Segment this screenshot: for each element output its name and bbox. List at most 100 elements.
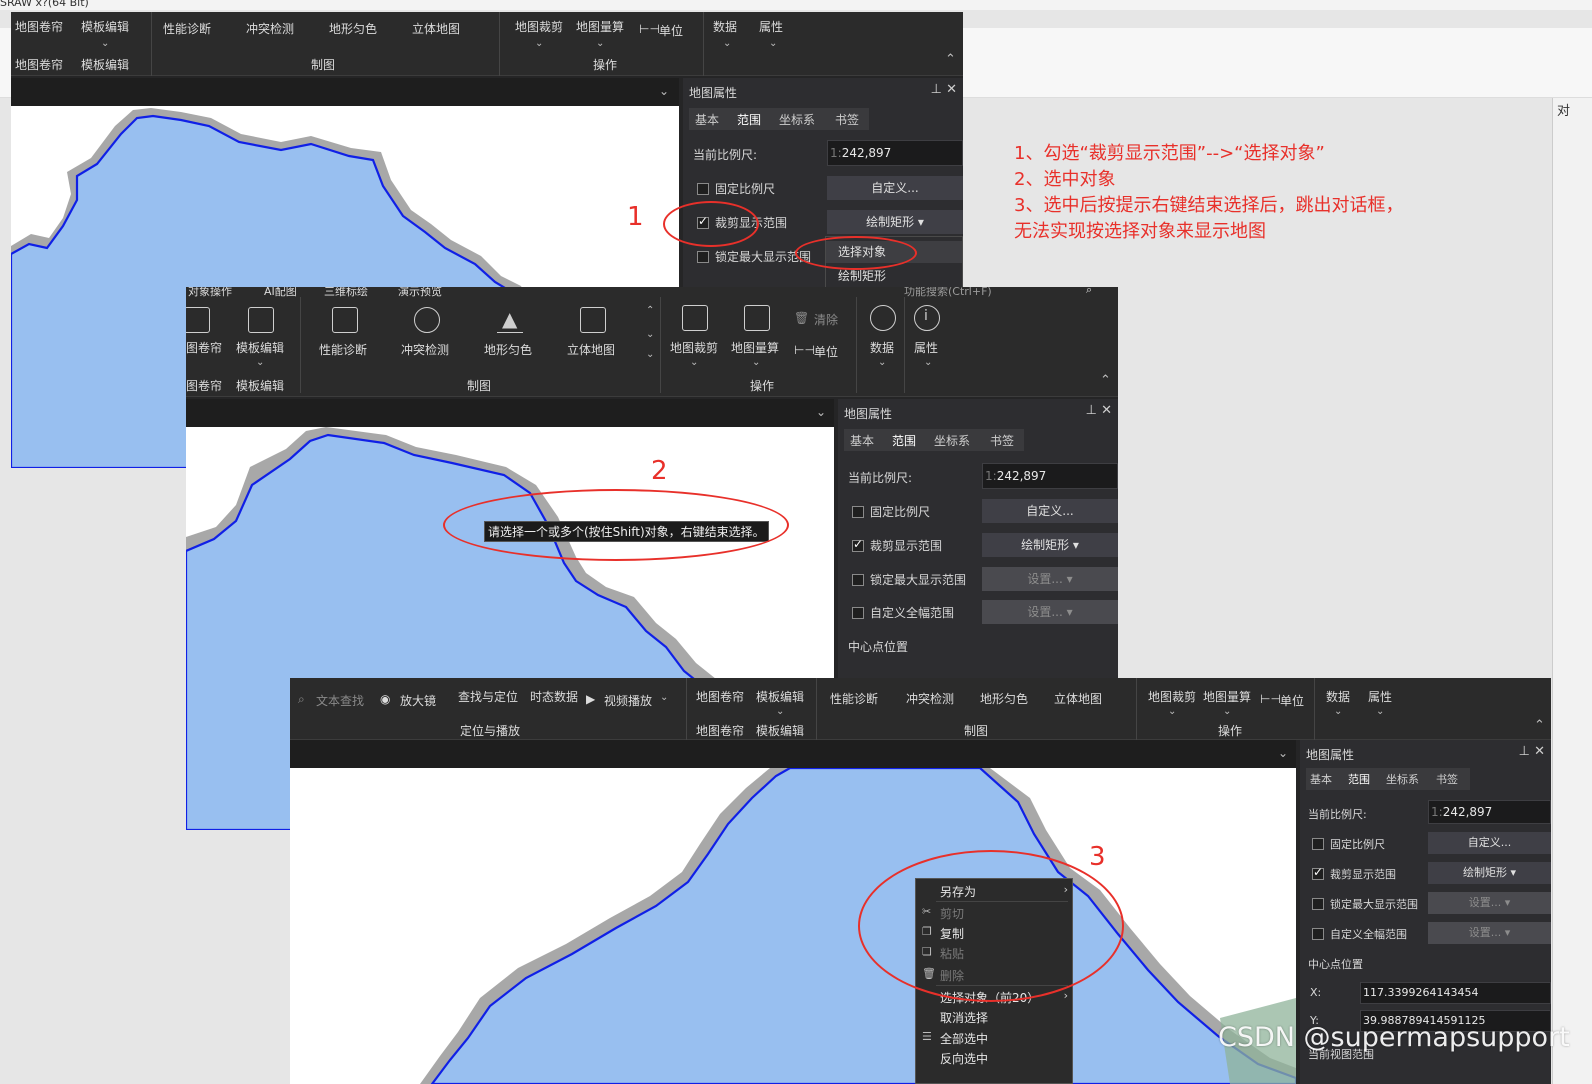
custom-full-settings-button[interactable]: 设置... ▾	[982, 600, 1118, 624]
lock-max-checkbox[interactable]: 锁定最大显示范围	[697, 248, 811, 265]
clip-display-checkbox[interactable]: 裁剪显示范围	[852, 537, 942, 554]
scroll-down-icon[interactable]: ⌄	[646, 329, 654, 340]
map-view-3[interactable]	[290, 768, 1296, 1084]
tab-list-chevron-icon[interactable]: ⌄	[659, 84, 669, 98]
lock-max-checkbox[interactable]: 锁定最大显示范围	[852, 571, 966, 588]
video-play-button[interactable]: 视频播放	[604, 692, 652, 709]
chevron-down-icon[interactable]: ⌄	[776, 706, 784, 717]
template-edit-button[interactable]: 模板编辑	[81, 18, 129, 35]
collapse-ribbon-icon[interactable]: ⌃	[945, 52, 956, 67]
center-x-input[interactable]: 117.3399264143454	[1360, 982, 1551, 1004]
template-edit-button[interactable]: 模板编辑	[756, 688, 804, 705]
custom-full-checkbox[interactable]: 自定义全幅范围	[1312, 926, 1407, 942]
attributes-button[interactable]: 属性	[759, 18, 783, 35]
unit-button[interactable]: 单位	[814, 343, 838, 360]
terrain-color-button[interactable]: 地形匀色	[484, 341, 532, 358]
chevron-down-icon[interactable]: ⌄	[1223, 706, 1231, 717]
tab-bookmarks[interactable]: 书签	[990, 432, 1014, 449]
collapse-ribbon-icon[interactable]: ⌃	[1534, 718, 1545, 733]
clear-button[interactable]: 清除	[814, 311, 838, 328]
scroll-up-icon[interactable]: ⌃	[646, 305, 654, 316]
search-icon[interactable]: ⌕	[1086, 287, 1092, 297]
chevron-down-icon[interactable]: ⌄	[769, 38, 777, 49]
data-button[interactable]: 数据	[713, 18, 737, 35]
chevron-down-icon[interactable]: ⌄	[1168, 706, 1176, 717]
scale-input[interactable]: 1:242,897	[1428, 800, 1551, 824]
tab-list-chevron-icon[interactable]: ⌄	[1278, 746, 1288, 760]
tab-basic[interactable]: 基本	[850, 432, 874, 449]
lock-max-settings-button[interactable]: 设置... ▾	[1428, 892, 1551, 914]
tab-ai-mapping[interactable]: AI配图	[264, 287, 297, 299]
template-edit-button[interactable]: 模板编辑	[236, 339, 284, 356]
unit-button[interactable]: 单位	[659, 22, 683, 39]
chevron-down-icon[interactable]: ⌄	[878, 357, 886, 368]
tab-coords[interactable]: 坐标系	[1386, 771, 1419, 787]
data-button[interactable]: 数据	[1326, 688, 1350, 705]
chevron-down-icon[interactable]: ⌄	[723, 38, 731, 49]
attributes-button[interactable]: 属性	[914, 339, 938, 356]
chevron-down-icon[interactable]: ⌄	[752, 357, 760, 368]
more-icon[interactable]: ⌄	[646, 349, 654, 360]
custom-button[interactable]: 自定义...	[827, 176, 963, 200]
scale-input[interactable]: 1:242,897	[827, 140, 963, 166]
perf-diag-button[interactable]: 性能诊断	[163, 20, 211, 37]
scale-input[interactable]: 1:242,897	[982, 463, 1118, 489]
map-measure-button[interactable]: 地图量算	[731, 339, 779, 356]
tab-basic[interactable]: 基本	[1310, 771, 1332, 787]
map-curtain-button[interactable]: 地图卷帘	[696, 688, 744, 705]
chevron-down-icon[interactable]: ⌄	[596, 38, 604, 49]
tab-coords[interactable]: 坐标系	[779, 111, 815, 128]
tab-bookmarks[interactable]: 书签	[835, 111, 859, 128]
clip-display-checkbox[interactable]: 裁剪显示范围	[1312, 865, 1396, 882]
chevron-down-icon[interactable]: ⌄	[1334, 706, 1342, 717]
chevron-down-icon[interactable]: ⌄	[1376, 706, 1384, 717]
fixed-scale-checkbox[interactable]: 固定比例尺	[697, 180, 775, 197]
tab-coords[interactable]: 坐标系	[934, 432, 970, 449]
terrain-color-button[interactable]: 地形匀色	[980, 690, 1028, 707]
text-search-button[interactable]: 文本查找	[316, 692, 364, 709]
draw-rect-dropdown[interactable]: 绘制矩形 ▾	[1428, 862, 1551, 884]
menu-item-deselect[interactable]: 取消选择	[940, 1009, 988, 1026]
panel-pin-close-icons[interactable]: ⊥ ✕	[1519, 744, 1545, 759]
temporal-data-button[interactable]: 时态数据	[530, 688, 578, 705]
terrain-color-button[interactable]: 地形匀色	[329, 20, 377, 37]
data-button[interactable]: 数据	[870, 339, 894, 356]
lock-max-checkbox[interactable]: 锁定最大显示范围	[1312, 896, 1418, 912]
tab-list-chevron-icon[interactable]: ⌄	[816, 405, 826, 419]
tab-bookmarks[interactable]: 书签	[1436, 771, 1458, 787]
magnifier-button[interactable]: 放大镜	[400, 692, 436, 709]
attributes-button[interactable]: 属性	[1368, 688, 1392, 705]
map-measure-button[interactable]: 地图量算	[1203, 688, 1251, 705]
tab-demo-preview[interactable]: 演示预览	[398, 287, 442, 299]
perf-diag-button[interactable]: 性能诊断	[319, 341, 367, 358]
fixed-scale-checkbox[interactable]: 固定比例尺	[1312, 836, 1385, 852]
custom-full-settings-button[interactable]: 设置... ▾	[1428, 922, 1551, 944]
chevron-down-icon[interactable]: ⌄	[690, 357, 698, 368]
menu-item-invert[interactable]: 反向选中	[940, 1050, 988, 1067]
custom-full-checkbox[interactable]: 自定义全幅范围	[852, 604, 954, 621]
map-clip-button[interactable]: 地图裁剪	[515, 18, 563, 35]
chevron-down-icon[interactable]: ⌄	[256, 357, 264, 368]
function-search-input[interactable]: 功能搜索(Ctrl+F)	[904, 287, 992, 299]
panel-pin-close-icons[interactable]: ⊥ ✕	[1086, 403, 1112, 418]
map-3d-button[interactable]: 立体地图	[412, 20, 460, 37]
map-curtain-button[interactable]: 图卷帘	[186, 339, 222, 356]
tab-object-ops[interactable]: 对象操作	[188, 287, 232, 299]
chevron-down-icon[interactable]: ⌄	[101, 38, 109, 49]
map-clip-button[interactable]: 地图裁剪	[670, 339, 718, 356]
conflict-check-button[interactable]: 冲突检测	[906, 690, 954, 707]
custom-button[interactable]: 自定义...	[1428, 832, 1551, 854]
side-tab-label[interactable]: 对	[1557, 100, 1570, 119]
perf-diag-button[interactable]: 性能诊断	[830, 690, 878, 707]
chevron-down-icon[interactable]: ⌄	[924, 357, 932, 368]
map-clip-button[interactable]: 地图裁剪	[1148, 688, 1196, 705]
tab-3d-plot[interactable]: 三维标绘	[324, 287, 368, 299]
chevron-down-icon[interactable]: ⌄	[660, 692, 668, 703]
tab-range[interactable]: 范围	[892, 432, 916, 449]
find-locate-button[interactable]: 查找与定位	[458, 688, 518, 705]
tab-basic[interactable]: 基本	[695, 111, 719, 128]
draw-rect-dropdown[interactable]: 绘制矩形 ▾	[827, 210, 963, 234]
conflict-check-button[interactable]: 冲突检测	[401, 341, 449, 358]
map-3d-button[interactable]: 立体地图	[567, 341, 615, 358]
conflict-check-button[interactable]: 冲突检测	[246, 20, 294, 37]
